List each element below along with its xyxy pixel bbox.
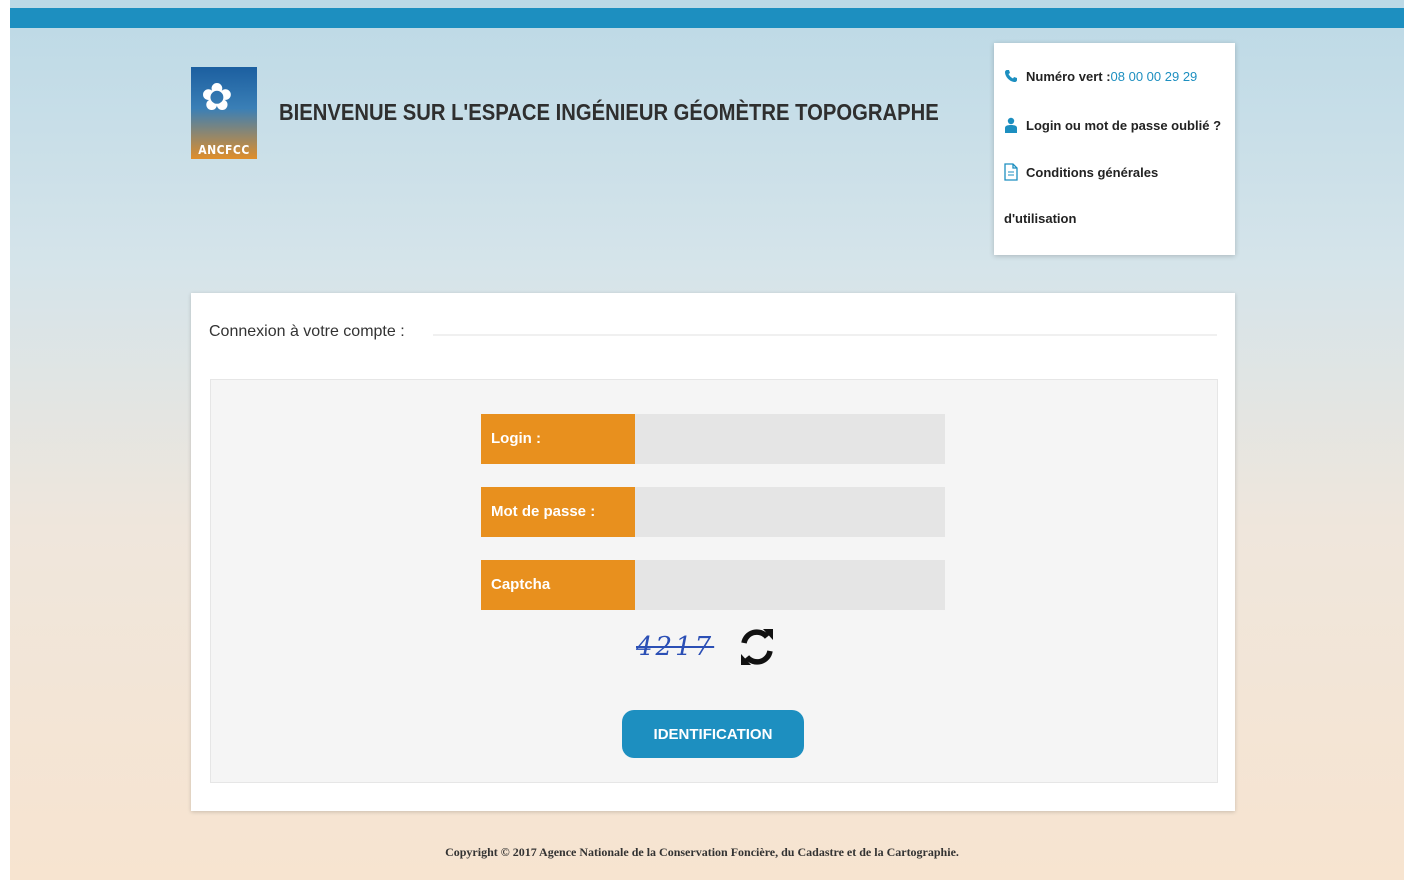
logo-emblem: ✿ [201, 75, 233, 119]
captcha-image: 4217 [636, 628, 730, 672]
copyright-footer: Copyright © 2017 Agence Nationale de la … [445, 845, 959, 859]
login-label: Login : [481, 414, 635, 464]
password-field-group: Mot de passe : [481, 487, 945, 537]
phone-label: Numéro vert : [1026, 68, 1111, 84]
captcha-label: Captcha [481, 560, 635, 610]
captcha-input[interactable] [635, 560, 945, 610]
ancfcc-logo: ✿ ANCFCC [191, 67, 257, 159]
conditions-link[interactable]: Conditions générales [1004, 163, 1159, 181]
user-icon [1004, 117, 1018, 133]
refresh-captcha-button[interactable] [737, 623, 777, 671]
phone-number[interactable]: 08 00 00 29 29 [1111, 69, 1198, 84]
password-label: Mot de passe : [481, 487, 635, 537]
info-box: Numéro vert : 08 00 00 29 29 Login ou mo… [994, 43, 1235, 255]
login-input[interactable] [635, 414, 945, 464]
conditions-link-continued[interactable]: d'utilisation [1004, 211, 1076, 226]
phone-icon [1004, 68, 1018, 84]
forgot-credentials-label: Login ou mot de passe oublié ? [1026, 117, 1222, 133]
password-input[interactable] [635, 487, 945, 537]
page-background: ✿ ANCFCC BIENVENUE SUR L'ESPACE INGÉNIEU… [10, 0, 1404, 880]
captcha-image-text: 4217 [636, 632, 715, 662]
phone-row: Numéro vert : 08 00 00 29 29 [1004, 68, 1197, 84]
captcha-field-group: Captcha [481, 560, 945, 610]
conditions-label-line2: d'utilisation [1004, 211, 1077, 226]
login-field-group: Login : [481, 414, 945, 464]
document-icon [1004, 163, 1018, 181]
conditions-label-line1: Conditions générales [1026, 164, 1159, 180]
login-form-panel: Login : Mot de passe : Captcha 4217 IDEN… [210, 379, 1218, 783]
logo-text: ANCFCC [198, 143, 250, 157]
forgot-credentials-link[interactable]: Login ou mot de passe oublié ? [1004, 117, 1221, 133]
login-card-title: Connexion à votre compte : [209, 323, 405, 340]
page-title: BIENVENUE SUR L'ESPACE INGÉNIEUR GÉOMÈTR… [279, 99, 939, 125]
identification-button[interactable]: IDENTIFICATION [622, 710, 804, 758]
login-card: Connexion à votre compte : Login : Mot d… [191, 293, 1235, 811]
top-bar [10, 8, 1404, 28]
refresh-icon [741, 629, 773, 665]
title-divider [433, 334, 1217, 336]
